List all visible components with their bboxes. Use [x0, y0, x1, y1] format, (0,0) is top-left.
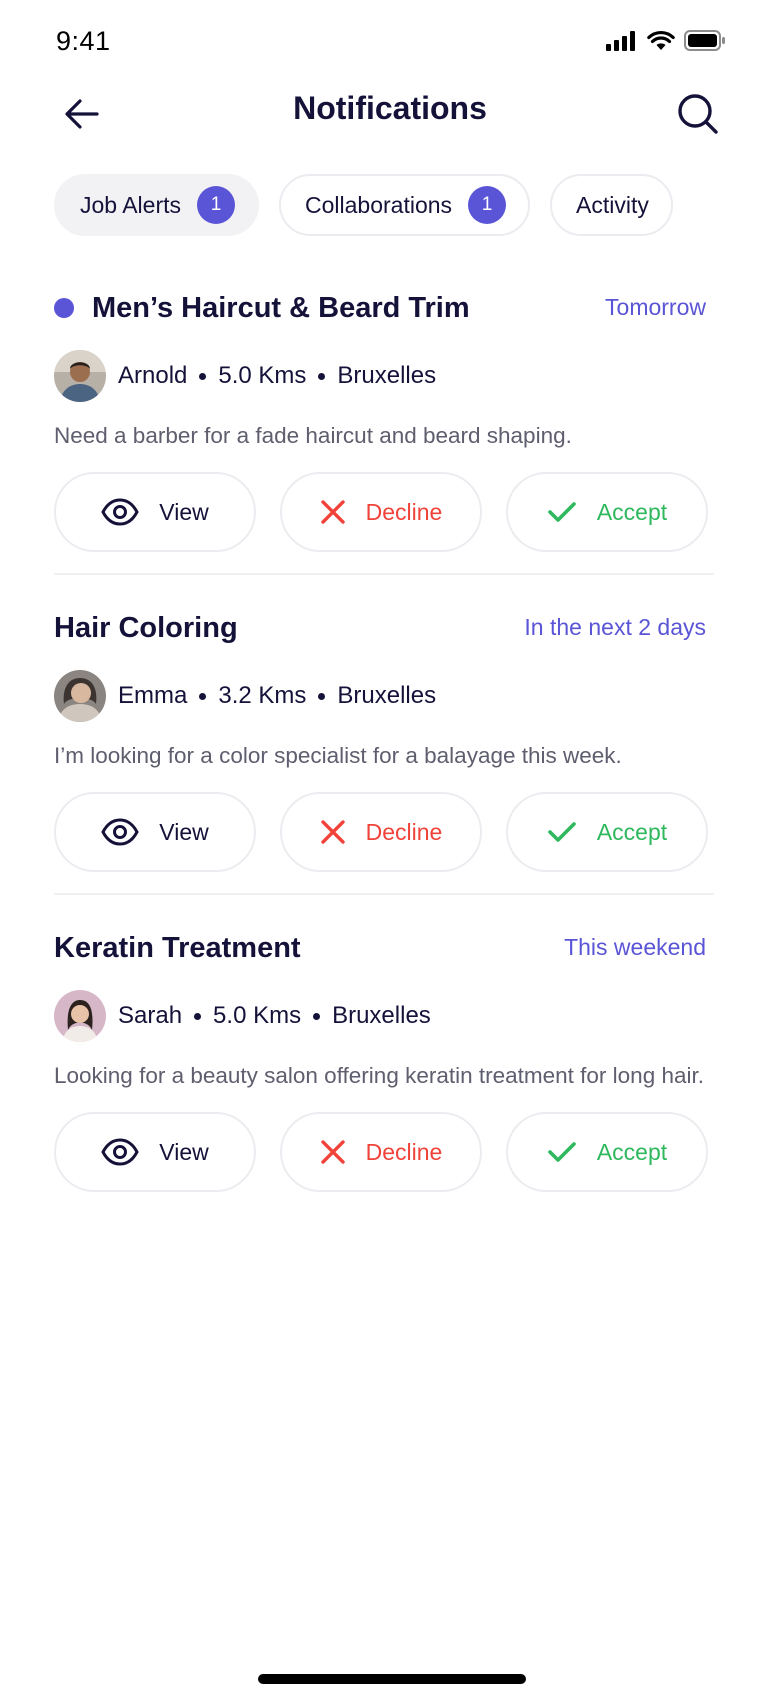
card-title: Men’s Haircut & Beard Trim: [92, 291, 470, 324]
decline-button[interactable]: Decline: [280, 1112, 482, 1192]
decline-button[interactable]: Decline: [280, 472, 482, 552]
unread-indicator: [54, 298, 74, 318]
distance: 5.0 Kms: [213, 1002, 302, 1029]
close-icon: [320, 1140, 345, 1164]
view-button[interactable]: View: [54, 792, 256, 872]
card-header: Keratin Treatment This weekend: [54, 926, 712, 970]
card-time: Tomorrow: [605, 294, 706, 320]
separator-dot: [313, 1012, 321, 1020]
card-title: Hair Coloring: [54, 611, 238, 644]
view-label: View: [159, 1138, 209, 1165]
tab-job-alerts[interactable]: Job Alerts 1: [54, 174, 259, 236]
checkmark-icon: [548, 822, 576, 842]
notification-card[interactable]: Keratin Treatment This weekend Sarah 5.0…: [54, 926, 712, 1192]
card-actions: View Decline Accept: [54, 792, 712, 872]
distance: 5.0 Kms: [218, 362, 307, 389]
decline-label: Decline: [365, 1138, 443, 1165]
separator-dot: [199, 692, 207, 700]
decline-label: Decline: [365, 498, 443, 525]
avatar: [54, 350, 106, 402]
status-bar: 9:41: [0, 0, 780, 86]
card-description: Need a barber for a fade haircut and bea…: [54, 423, 572, 448]
card-time: This weekend: [564, 934, 706, 960]
accept-button[interactable]: Accept: [506, 792, 708, 872]
avatar: [54, 670, 106, 722]
view-label: View: [159, 818, 209, 845]
tab-count-badge: 1: [468, 186, 507, 224]
search-icon: [678, 94, 718, 134]
search-button[interactable]: [670, 86, 726, 142]
decline-label: Decline: [365, 818, 443, 845]
requester-name: Emma: [118, 682, 188, 709]
view-button[interactable]: View: [54, 1112, 256, 1192]
requester-name: Arnold: [118, 362, 188, 389]
status-icons: [606, 30, 726, 51]
city: Bruxelles: [337, 682, 437, 709]
separator-dot: [194, 1012, 202, 1020]
divider: [54, 893, 714, 895]
accept-button[interactable]: Accept: [506, 1112, 708, 1192]
card-meta: Sarah 5.0 Kms Bruxelles: [54, 990, 712, 1042]
avatar: [54, 990, 106, 1042]
card-time: In the next 2 days: [524, 614, 706, 640]
card-header: Hair Coloring In the next 2 days: [54, 606, 712, 650]
card-meta: Arnold 5.0 Kms Bruxelles: [54, 350, 712, 402]
view-button[interactable]: View: [54, 472, 256, 552]
notification-card[interactable]: Hair Coloring In the next 2 days Emma 3.…: [54, 606, 712, 872]
status-time: 9:41: [56, 26, 111, 56]
separator-dot: [318, 372, 326, 380]
separator-dot: [199, 372, 207, 380]
tab-activity[interactable]: Activity: [550, 174, 673, 236]
card-actions: View Decline Accept: [54, 1112, 712, 1192]
card-meta: Emma 3.2 Kms Bruxelles: [54, 670, 712, 722]
notification-tabs: Job Alerts 1 Collaborations 1 Activity: [54, 174, 673, 236]
tab-collaborations[interactable]: Collaborations 1: [279, 174, 531, 236]
eye-icon: [101, 498, 139, 526]
accept-label: Accept: [596, 818, 668, 845]
view-label: View: [159, 498, 209, 525]
accept-button[interactable]: Accept: [506, 472, 708, 552]
battery-icon: [684, 30, 725, 51]
card-header: Men’s Haircut & Beard Trim Tomorrow: [54, 286, 712, 330]
city: Bruxelles: [332, 1002, 431, 1029]
requester-name: Sarah: [118, 1002, 183, 1029]
city: Bruxelles: [337, 362, 437, 389]
card-description: I’m looking for a color specialist for a…: [54, 743, 622, 768]
cellular-signal-icon: [606, 30, 635, 51]
card-description: Looking for a beauty salon offering kera…: [54, 1063, 704, 1088]
tab-count-badge: 1: [197, 186, 235, 224]
wifi-icon: [647, 30, 675, 50]
distance: 3.2 Kms: [218, 682, 307, 709]
card-title: Keratin Treatment: [54, 931, 301, 964]
tab-label: Activity: [576, 191, 649, 218]
checkmark-icon: [548, 1142, 576, 1162]
close-icon: [320, 820, 345, 844]
divider: [54, 573, 714, 575]
eye-icon: [101, 1138, 139, 1166]
tab-label: Job Alerts: [80, 191, 181, 218]
accept-label: Accept: [596, 1138, 668, 1165]
separator-dot: [318, 692, 326, 700]
home-indicator[interactable]: [258, 1674, 526, 1684]
accept-label: Accept: [596, 498, 668, 525]
checkmark-icon: [548, 502, 576, 522]
close-icon: [320, 500, 345, 524]
tab-label: Collaborations: [305, 191, 453, 218]
notification-card[interactable]: Men’s Haircut & Beard Trim Tomorrow Arno…: [54, 286, 712, 552]
card-actions: View Decline Accept: [54, 472, 712, 552]
eye-icon: [101, 818, 139, 846]
decline-button[interactable]: Decline: [280, 792, 482, 872]
page-title: Notifications: [293, 90, 487, 126]
